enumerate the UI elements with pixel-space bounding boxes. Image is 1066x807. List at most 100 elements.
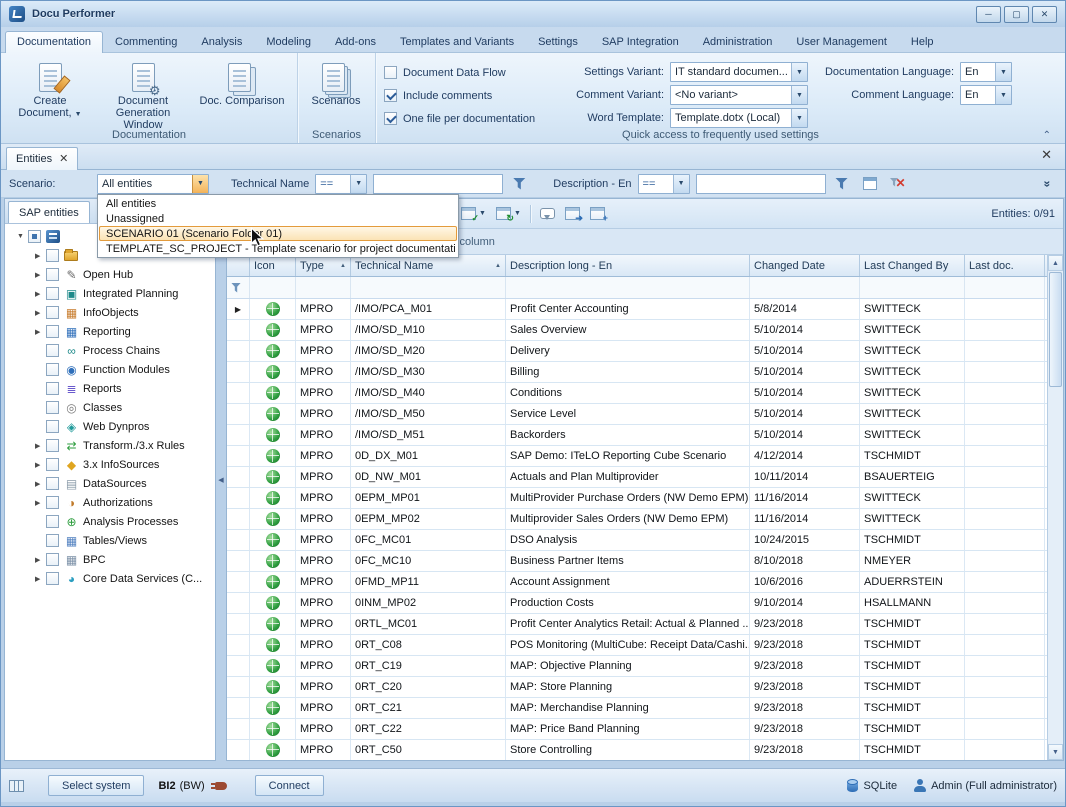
table-row[interactable]: MPRO0D_NW_M01Actuals and Plan Multiprovi…	[227, 467, 1047, 488]
expand-arrow-icon[interactable]: ▶	[35, 328, 46, 336]
tree-item-function-modules[interactable]: ◉Function Modules	[5, 360, 215, 379]
tree-checkbox[interactable]	[46, 363, 59, 376]
expand-arrow-icon[interactable]: ▶	[35, 461, 46, 469]
table-row[interactable]: MPRO0INM_MP02Production Costs9/10/2014HS…	[227, 593, 1047, 614]
scrollbar-thumb[interactable]	[1049, 272, 1062, 387]
doc-comparison-button[interactable]: Doc. Comparison	[195, 57, 289, 111]
tree-checkbox[interactable]	[46, 477, 59, 490]
table-row[interactable]: MPRO/IMO/SD_M30Billing5/10/2014SWITTECK	[227, 362, 1047, 383]
checkbox-document-data-flow[interactable]: Document Data Flow	[384, 61, 554, 84]
table-row[interactable]: MPRO0EPM_MP02Multiprovider Sales Orders …	[227, 509, 1047, 530]
tree-item-infoobjects[interactable]: ▶▦InfoObjects	[5, 303, 215, 322]
scroll-down-button[interactable]: ▼	[1048, 744, 1063, 760]
expand-filter-panel-button[interactable]: »	[1037, 174, 1057, 194]
tree-checkbox[interactable]	[46, 249, 59, 262]
tree-checkbox[interactable]	[46, 458, 59, 471]
ribbon-tab-analysis[interactable]: Analysis	[189, 31, 254, 53]
expand-arrow-icon[interactable]: ▶	[35, 499, 46, 507]
operator-dropdown-button[interactable]: ▼	[350, 175, 366, 193]
table-row[interactable]: MPRO/IMO/SD_M10Sales Overview5/10/2014SW…	[227, 320, 1047, 341]
dropdown-button[interactable]: ▼	[791, 86, 807, 104]
filter-cell-changed-date[interactable]	[750, 277, 860, 298]
dropdown-item-unassigned[interactable]: Unassigned	[99, 211, 457, 226]
ribbon-tab-sap-integration[interactable]: SAP Integration	[590, 31, 691, 53]
table-copy-button[interactable]: +	[585, 203, 610, 225]
dropdown-item-all-entities[interactable]: All entities	[99, 196, 457, 211]
column-header-description-long-en[interactable]: Description long - En	[506, 255, 750, 276]
technical-name-filter-button[interactable]	[509, 174, 529, 194]
document-generation-window-button[interactable]: Document Generation Window	[97, 57, 189, 135]
table-row[interactable]: MPRO/IMO/SD_M51Backorders5/10/2014SWITTE…	[227, 425, 1047, 446]
tree-checkbox[interactable]	[46, 553, 59, 566]
close-document-area-button[interactable]: ✕	[1033, 147, 1060, 167]
expand-arrow-icon[interactable]: ▼	[17, 233, 28, 240]
table-row[interactable]: MPRO0FC_MC10Business Partner Items8/10/2…	[227, 551, 1047, 572]
tree-checkbox[interactable]	[46, 534, 59, 547]
tree-item-open-hub[interactable]: ▶✎Open Hub	[5, 265, 215, 284]
filter-cell-last-doc[interactable]	[965, 277, 1045, 298]
checkbox-box[interactable]	[384, 66, 397, 79]
filter-cell-last-changed-by[interactable]	[860, 277, 965, 298]
filter-editor-button[interactable]	[860, 174, 880, 194]
connect-button[interactable]: Connect	[255, 775, 324, 796]
setting-combobox-comment-language[interactable]: En▼	[960, 85, 1012, 105]
expand-arrow-icon[interactable]: ▶	[35, 575, 46, 583]
expand-arrow-icon[interactable]: ▶	[35, 309, 46, 317]
scenario-combobox[interactable]: All entities ▼	[97, 174, 209, 194]
filter-cell-technical-name[interactable]	[351, 277, 506, 298]
tree-checkbox[interactable]	[46, 420, 59, 433]
scrollbar-track[interactable]	[1048, 388, 1063, 744]
ribbon-tab-administration[interactable]: Administration	[691, 31, 785, 53]
technical-name-operator-combobox[interactable]: == ▼	[315, 174, 367, 194]
description-filter-button[interactable]	[832, 174, 852, 194]
collapse-ribbon-button[interactable]: ⌃	[1039, 130, 1055, 141]
tree-item-reporting[interactable]: ▶▦Reporting	[5, 322, 215, 341]
collapse-panel-button[interactable]: ◀	[217, 460, 225, 500]
tree-checkbox[interactable]	[46, 344, 59, 357]
checkbox-one-file-per-documentation[interactable]: One file per documentation	[384, 107, 554, 130]
tree-checkbox[interactable]	[46, 572, 59, 585]
dropdown-button[interactable]: ▼	[791, 63, 807, 81]
expand-arrow-icon[interactable]: ▶	[35, 271, 46, 279]
tab-close-icon[interactable]: ✕	[59, 154, 68, 164]
ribbon-tab-documentation[interactable]: Documentation	[5, 31, 103, 53]
tree-item-bpc[interactable]: ▶▦BPC	[5, 550, 215, 569]
table-sync-button[interactable]: ↻▼	[491, 203, 526, 225]
table-row[interactable]: MPRO/IMO/SD_M20Delivery5/10/2014SWITTECK	[227, 341, 1047, 362]
scenarios-button[interactable]: Scenarios	[306, 57, 366, 111]
maximize-button[interactable]: ▢	[1004, 6, 1029, 23]
tree-item-core-data-services-c[interactable]: ▶◕Core Data Services (C...	[5, 569, 215, 588]
table-export-button[interactable]: ➔	[560, 203, 585, 225]
scroll-up-button[interactable]: ▲	[1048, 255, 1063, 271]
table-row[interactable]: MPRO0RT_C20MAP: Store Planning9/23/2018T…	[227, 677, 1047, 698]
ribbon-tab-commenting[interactable]: Commenting	[103, 31, 189, 53]
tree-checkbox[interactable]	[46, 287, 59, 300]
table-check-button[interactable]: ✓▼	[456, 203, 491, 225]
setting-combobox-comment-variant[interactable]: <No variant>▼	[670, 85, 808, 105]
table-row[interactable]: MPRO0FC_MC01DSO Analysis10/24/2015TSCHMI…	[227, 530, 1047, 551]
create-document-button[interactable]: Create Document, ▼	[9, 57, 91, 125]
checkbox-box[interactable]	[384, 112, 397, 125]
table-row[interactable]: MPRO/IMO/SD_M50Service Level5/10/2014SWI…	[227, 404, 1047, 425]
dropdown-button[interactable]: ▼	[995, 63, 1011, 81]
column-header-changed-date[interactable]: Changed Date	[750, 255, 860, 276]
table-row[interactable]: ▶MPRO/IMO/PCA_M01Profit Center Accountin…	[227, 299, 1047, 320]
filter-cell-type[interactable]	[296, 277, 351, 298]
table-row[interactable]: MPRO0D_DX_M01SAP Demo: ITeLO Reporting C…	[227, 446, 1047, 467]
checkbox-include-comments[interactable]: Include comments	[384, 84, 554, 107]
table-row[interactable]: MPRO0RT_C21MAP: Merchandise Planning9/23…	[227, 698, 1047, 719]
filter-cell-description-long-en[interactable]	[506, 277, 750, 298]
expand-arrow-icon[interactable]: ▶	[35, 252, 46, 260]
grid-vertical-scrollbar[interactable]: ▲ ▼	[1047, 255, 1063, 760]
table-row[interactable]: MPRO0RTL_MC01Profit Center Analytics Ret…	[227, 614, 1047, 635]
table-row[interactable]: MPRO0RT_C08POS Monitoring (MultiCube: Re…	[227, 635, 1047, 656]
column-header-type[interactable]: Type▲	[296, 255, 351, 276]
tree-item-tables-views[interactable]: ▦Tables/Views	[5, 531, 215, 550]
close-button[interactable]: ✕	[1032, 6, 1057, 23]
description-filter-input[interactable]	[696, 174, 826, 194]
tree-checkbox[interactable]	[28, 230, 41, 243]
scenario-dropdown-button[interactable]: ▼	[192, 175, 208, 193]
table-row[interactable]: MPRO0RT_C19MAP: Objective Planning9/23/2…	[227, 656, 1047, 677]
description-operator-combobox[interactable]: == ▼	[638, 174, 690, 194]
expand-arrow-icon[interactable]: ▶	[35, 442, 46, 450]
